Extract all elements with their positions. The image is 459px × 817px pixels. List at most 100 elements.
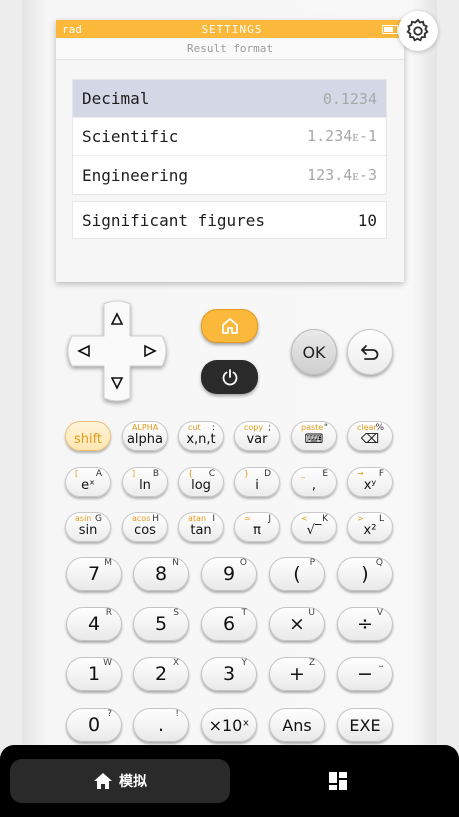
option-label: Decimal [82, 89, 150, 108]
imaginary-key[interactable]: } D i [234, 467, 280, 497]
ln-key[interactable]: ] B ln [122, 467, 168, 497]
key-ans[interactable]: Ans [269, 708, 325, 742]
key-label: 8 [154, 563, 168, 585]
right-button[interactable] [135, 336, 165, 366]
key-secondary: = [244, 514, 251, 523]
ok-button[interactable]: OK [291, 329, 337, 375]
dashboard-icon[interactable] [328, 771, 348, 791]
key-secondary: < [301, 514, 308, 523]
alpha-key[interactable]: ALPHA alpha [122, 421, 168, 451]
var-key[interactable]: copy ; var [234, 421, 280, 451]
sqrt-key[interactable]: < K √‾ [291, 512, 337, 542]
option-decimal[interactable]: Decimal 0.1234 [73, 80, 386, 118]
square-key[interactable]: > L x² [347, 512, 393, 542]
key-1[interactable]: 1W [66, 657, 122, 691]
key-secondary: copy [244, 423, 264, 432]
tan-key[interactable]: atan I tan [178, 512, 224, 542]
option-scientific[interactable]: Scientific 1.234ᴇ-1 [73, 118, 386, 156]
key-multiply[interactable]: × U [269, 607, 325, 641]
key-label: + [289, 663, 305, 685]
option-value: 0.1234 [322, 89, 377, 108]
home-button[interactable] [201, 309, 258, 343]
key-label: 4 [87, 613, 101, 635]
power-xy-key[interactable]: → F xʸ [347, 467, 393, 497]
pi-key[interactable]: = J π [234, 512, 280, 542]
arrow-right-icon [144, 344, 157, 358]
key-3[interactable]: 3Y [201, 657, 257, 691]
key-label: ( [293, 563, 301, 585]
key-4[interactable]: 4R [66, 607, 122, 641]
key-label: 7 [87, 563, 101, 585]
option-label: Scientific [82, 127, 179, 146]
result-format-list: Decimal 0.1234 Scientific 1.234ᴇ-1 Engin… [72, 79, 387, 195]
key-secondary: ] [132, 469, 136, 478]
key-8[interactable]: 8N [133, 557, 189, 591]
key-alpha: S [173, 608, 179, 618]
key-label: 6 [222, 613, 236, 635]
navigation-pad [66, 300, 168, 402]
down-button[interactable] [102, 368, 132, 398]
key-secondary: > [357, 514, 364, 523]
key-secondary: [ [75, 469, 79, 478]
key-label: 9 [222, 563, 236, 585]
key-label: × [289, 613, 305, 635]
sin-key[interactable]: asin G sin [65, 512, 111, 542]
option-engineering[interactable]: Engineering 123.4ᴇ-3 [73, 156, 386, 194]
key-label: ln [139, 478, 151, 493]
toolbox-key[interactable]: paste " ⌨ [291, 421, 337, 451]
key-0[interactable]: 0? [66, 708, 122, 742]
nav-simulate-label: 模拟 [119, 774, 147, 790]
key-2[interactable]: 2X [133, 657, 189, 691]
comma-key[interactable]: _ E , [291, 467, 337, 497]
key-label: log [191, 478, 211, 493]
key-secondary: paste [301, 423, 324, 432]
key-label: 0 [87, 714, 101, 736]
key-label: x,n,t [186, 432, 216, 447]
key-label: ×10ˣ [208, 715, 250, 735]
key-alpha: M [104, 558, 112, 568]
key-minus[interactable]: − ⎵ [337, 657, 393, 691]
key-decimal-point[interactable]: .! [133, 708, 189, 742]
log-key[interactable]: { C log [178, 467, 224, 497]
backspace-key[interactable]: clear % ⌫ [347, 421, 393, 451]
back-button[interactable] [347, 329, 393, 375]
key-alpha: V [376, 608, 383, 618]
key-close-paren[interactable]: ) Q [337, 557, 393, 591]
arrow-down-icon [110, 377, 124, 390]
option-value: 123.4ᴇ-3 [307, 165, 377, 184]
up-button[interactable] [102, 304, 132, 334]
option-label: Engineering [82, 165, 188, 185]
shift-key[interactable]: shift [65, 421, 111, 451]
key-label: cos [134, 523, 156, 538]
key-6[interactable]: 6T [201, 607, 257, 641]
key-secondary: { [188, 469, 194, 478]
key-5[interactable]: 5S [133, 607, 189, 641]
key-7[interactable]: 7M [66, 557, 122, 591]
key-times-ten-power[interactable]: ×10ˣ [201, 708, 257, 742]
key-exe[interactable]: EXE [337, 708, 393, 742]
key-alpha: W [103, 658, 112, 668]
exp-key[interactable]: [ A eˣ [65, 467, 111, 497]
key-secondary: acos [132, 514, 151, 523]
key-alpha: ! [175, 709, 179, 719]
key-label: , [311, 478, 317, 493]
settings-button[interactable] [398, 11, 438, 51]
key-plus[interactable]: + Z [269, 657, 325, 691]
key-divide[interactable]: ÷ V [337, 607, 393, 641]
key-alpha: R [105, 608, 112, 618]
key-open-paren[interactable]: (P [269, 557, 325, 591]
xnt-key[interactable]: cut : x,n,t [178, 421, 224, 451]
nav-simulate-tab[interactable]: 模拟 [10, 759, 230, 803]
significant-figures-row[interactable]: Significant figures 10 [72, 201, 387, 239]
cos-key[interactable]: acos H cos [122, 512, 168, 542]
key-label: sin [78, 523, 98, 538]
sigfig-value: 10 [357, 210, 377, 230]
key-9[interactable]: 9O [201, 557, 257, 591]
key-alpha: X [172, 658, 179, 668]
key-label: 1 [87, 663, 101, 685]
key-label: − [357, 663, 373, 685]
power-button[interactable] [201, 360, 258, 394]
key-label: shift [73, 432, 103, 447]
key-label: tan [190, 523, 212, 538]
left-button[interactable] [69, 336, 99, 366]
